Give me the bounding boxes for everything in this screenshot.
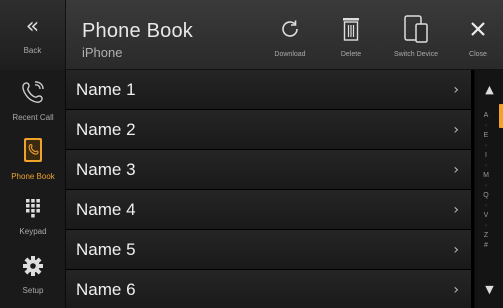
index-letter[interactable]: V	[475, 212, 497, 220]
index-dot: ·	[484, 182, 488, 189]
switch-device-icon	[401, 14, 431, 44]
title-block: Phone Book iPhone	[82, 20, 193, 60]
index-dot: ·	[484, 222, 488, 229]
index-letter[interactable]: M	[475, 172, 497, 180]
chevron-right-icon: ›	[453, 281, 459, 298]
page-title: Phone Book	[82, 20, 193, 42]
back-button[interactable]: « Back	[0, 0, 66, 70]
sidebar: Recent Call Phone Book Keypad Setup	[0, 70, 66, 308]
index-dot: ·	[484, 202, 488, 209]
scroll-down-icon[interactable]: ▼	[475, 278, 503, 300]
index-letter[interactable]: Q	[475, 192, 497, 200]
close-icon	[469, 14, 487, 44]
switch-device-button[interactable]: Switch Device	[388, 14, 444, 58]
scroll-up-icon[interactable]: ▲	[475, 78, 503, 100]
sidebar-item-phone-book[interactable]: Phone Book	[0, 130, 66, 188]
contact-name: Name 5	[76, 239, 136, 259]
delete-label: Delete	[340, 51, 362, 58]
contact-name: Name 1	[76, 79, 136, 99]
refresh-icon	[278, 14, 302, 44]
contact-row[interactable]: Name 1 ›	[66, 70, 471, 110]
phone-book-icon	[22, 137, 44, 168]
sidebar-item-setup[interactable]: Setup	[0, 246, 66, 304]
sidebar-item-label: Recent Call	[12, 113, 54, 122]
contact-name: Name 6	[76, 279, 136, 299]
index-letter[interactable]: E	[475, 132, 497, 140]
sidebar-item-recent-call[interactable]: Recent Call	[0, 72, 66, 130]
contact-row[interactable]: Name 5 ›	[66, 230, 471, 270]
header-bar: « Back Phone Book iPhone Download Delete	[0, 0, 503, 70]
download-label: Download	[274, 51, 306, 58]
index-letter[interactable]: Z	[475, 232, 497, 240]
contact-name: Name 3	[76, 159, 136, 179]
contact-list: Name 1 › Name 2 › Name 3 › Name 4 › Name…	[66, 70, 471, 308]
recent-call-icon	[20, 80, 46, 109]
alphabet-scrollbar[interactable]: ▲ A · E · I · M · Q · V · Z # ▼	[474, 70, 503, 308]
chevron-right-icon: ›	[453, 201, 459, 218]
keypad-icon	[25, 198, 41, 223]
contact-row[interactable]: Name 4 ›	[66, 190, 471, 230]
back-chevron-icon: «	[25, 13, 40, 39]
contact-row[interactable]: Name 2 ›	[66, 110, 471, 150]
contact-name: Name 2	[76, 119, 136, 139]
device-name: iPhone	[82, 45, 123, 60]
scroll-thumb[interactable]	[499, 104, 503, 128]
sidebar-item-keypad[interactable]: Keypad	[0, 188, 66, 246]
index-dot: ·	[484, 162, 488, 169]
back-label: Back	[23, 45, 42, 55]
contact-name: Name 4	[76, 199, 136, 219]
trash-icon	[341, 14, 361, 44]
sidebar-item-label: Phone Book	[11, 172, 55, 181]
chevron-right-icon: ›	[453, 121, 459, 138]
chevron-right-icon: ›	[453, 241, 459, 258]
index-letter[interactable]: #	[475, 242, 497, 250]
chevron-right-icon: ›	[453, 81, 459, 98]
chevron-right-icon: ›	[453, 161, 459, 178]
index-letter[interactable]: I	[475, 152, 497, 160]
sidebar-item-label: Setup	[22, 286, 44, 295]
close-label: Close	[469, 51, 487, 58]
sidebar-item-label: Keypad	[19, 227, 47, 236]
index-letter[interactable]: A	[475, 112, 497, 120]
contact-row[interactable]: Name 3 ›	[66, 150, 471, 190]
index-dot: ·	[484, 122, 488, 129]
index-dot: ·	[484, 142, 488, 149]
delete-button[interactable]: Delete	[334, 14, 368, 58]
close-button[interactable]: Close	[460, 14, 496, 58]
switch-device-label: Switch Device	[394, 51, 438, 58]
contact-row[interactable]: Name 6 ›	[66, 270, 471, 308]
gear-icon	[22, 255, 44, 282]
download-button[interactable]: Download	[270, 14, 310, 58]
